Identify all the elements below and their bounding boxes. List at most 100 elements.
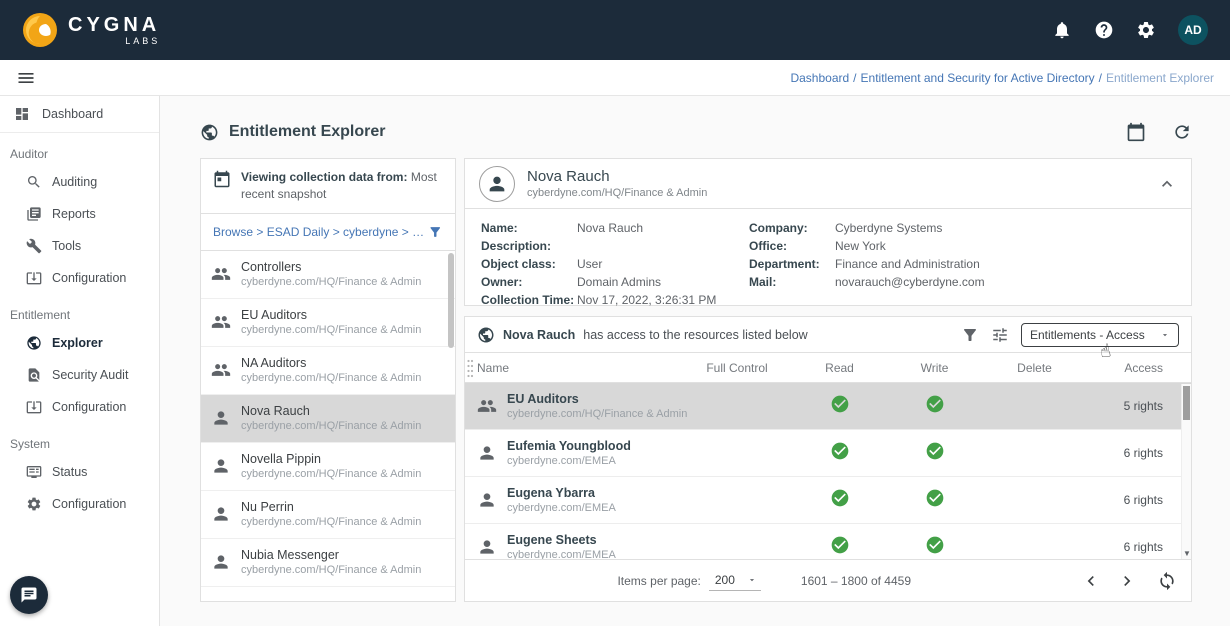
filter-funnel-icon[interactable] [961, 326, 979, 344]
person-icon [211, 456, 231, 476]
settings-gear-icon[interactable] [1136, 20, 1156, 40]
previous-page-chevron-icon[interactable] [1081, 571, 1101, 591]
sidebar-item-explorer[interactable]: Explorer [0, 327, 159, 359]
table-row[interactable]: Eugene Sheetscyberdyne.com/EMEA 6 rights [465, 524, 1191, 559]
menu-hamburger-icon[interactable] [16, 68, 36, 88]
sidebar-item-system-configuration[interactable]: Configuration [0, 488, 159, 520]
resource-name: Eufemia Youngblood [507, 439, 631, 453]
view-filter-value: Entitlements - Access [1030, 328, 1145, 342]
breadcrumb-dashboard[interactable]: Dashboard [790, 71, 849, 85]
sidebar-item-tools[interactable]: Tools [0, 230, 159, 262]
user-avatar[interactable]: AD [1178, 15, 1208, 45]
object-name: Nu Perrin [241, 500, 421, 514]
calendar-icon[interactable] [1126, 122, 1146, 142]
field-label: Owner: [481, 275, 577, 290]
sidebar-section-auditor: Auditor [0, 133, 159, 166]
sidebar-item-dashboard[interactable]: Dashboard [0, 96, 159, 133]
person-icon [477, 490, 497, 510]
access-table-body: EU Auditorscyberdyne.com/HQ/Finance & Ad… [465, 383, 1191, 559]
sidebar-item-auditing[interactable]: Auditing [0, 166, 159, 198]
column-header-full-control[interactable]: Full Control [682, 361, 792, 375]
list-item[interactable]: NA Auditors cyberdyne.com/HQ/Finance & Ad… [201, 347, 455, 395]
list-scrollbar-thumb[interactable] [448, 253, 454, 348]
object-path: cyberdyne.com/HQ/Finance & Admin [241, 372, 421, 384]
sidebar-item-label: Explorer [52, 336, 103, 350]
reload-sync-icon[interactable] [1157, 571, 1177, 591]
object-avatar [479, 166, 515, 202]
chevron-down-icon [747, 575, 757, 585]
check-circle-icon [925, 488, 945, 508]
sidebar-nav: Dashboard Auditor Auditing Reports Tools… [0, 96, 160, 626]
object-name: NA Auditors [241, 356, 421, 370]
sidebar-item-reports[interactable]: Reports [0, 198, 159, 230]
column-header-delete[interactable]: Delete [982, 361, 1087, 375]
breadcrumb-esad[interactable]: Entitlement and Security for Active Dire… [861, 71, 1095, 85]
next-page-chevron-icon[interactable] [1117, 571, 1137, 591]
sidebar-item-label: Configuration [52, 497, 126, 511]
sidebar-item-security-audit[interactable]: Security Audit [0, 359, 159, 391]
filter-funnel-icon[interactable] [428, 224, 443, 240]
column-header-read[interactable]: Read [792, 361, 887, 375]
table-row[interactable]: Eugena Ybarracyberdyne.com/EMEA 6 rights [465, 477, 1191, 524]
table-scrollbar-thumb[interactable] [1183, 386, 1190, 420]
check-circle-icon [925, 394, 945, 414]
field-label: Office: [749, 239, 835, 254]
resource-path: cyberdyne.com/EMEA [507, 455, 631, 467]
check-circle-icon [830, 488, 850, 508]
breadcrumb-current: Entitlement Explorer [1106, 71, 1214, 85]
chat-bubble-icon [20, 586, 38, 604]
chat-fab-button[interactable] [10, 576, 48, 614]
tune-sliders-icon[interactable] [991, 326, 1009, 344]
column-header-access[interactable]: Access [1087, 361, 1179, 375]
column-header-name[interactable]: Name [477, 361, 682, 375]
help-icon[interactable] [1094, 20, 1114, 40]
detail-object-name: Nova Rauch [527, 168, 707, 185]
splitter-drag-handle[interactable] [466, 358, 474, 378]
status-panel-icon [26, 464, 42, 480]
sidebar-item-auditor-configuration[interactable]: Configuration [0, 262, 159, 294]
object-browser-panel: Viewing collection data from: Most recen… [200, 158, 456, 602]
access-banner-subject: Nova Rauch [503, 328, 575, 342]
collapse-chevron-up-icon[interactable] [1157, 174, 1177, 194]
list-item-selected[interactable]: Nova Rauchcyberdyne.com/HQ/Finance & Adm… [201, 395, 455, 443]
field-value: novarauch@cyberdyne.com [835, 275, 985, 290]
refresh-icon[interactable] [1172, 122, 1192, 142]
gear-icon [26, 496, 42, 512]
list-item[interactable]: Nubia Messengercyberdyne.com/HQ/Finance … [201, 539, 455, 587]
list-item[interactable]: EU Auditorscyberdyne.com/HQ/Finance & Ad… [201, 299, 455, 347]
field-label: Mail: [749, 275, 835, 290]
object-path: cyberdyne.com/HQ/Finance & Admin [241, 516, 421, 528]
top-app-bar: CYGNA LABS AD [0, 0, 1230, 60]
list-item[interactable]: Numbers Lister [201, 587, 455, 601]
browse-path-breadcrumb[interactable]: Browse > ESAD Daily > cyberdyne > HQ >..… [213, 225, 428, 239]
scrollbar-down-arrow[interactable]: ▼ [1182, 549, 1192, 558]
items-per-page-select[interactable]: 200 [709, 571, 761, 591]
list-item[interactable]: Novella Pippincyberdyne.com/HQ/Finance &… [201, 443, 455, 491]
field-value: Domain Admins [577, 275, 661, 290]
list-item[interactable]: Nu Perrin cyberdyne.com/HQ/Finance & Admi… [201, 491, 455, 539]
object-path: cyberdyne.com/HQ/Finance & Admin [241, 276, 421, 288]
sidebar-item-status[interactable]: Status [0, 456, 159, 488]
view-filter-dropdown[interactable]: Entitlements - Access [1021, 323, 1179, 347]
table-row-selected[interactable]: EU Auditorscyberdyne.com/HQ/Finance & Ad… [465, 383, 1191, 430]
reports-books-icon [26, 206, 42, 222]
table-scrollbar[interactable]: ▼ [1181, 384, 1191, 559]
calendar-icon [213, 170, 231, 188]
sidebar-item-label: Status [52, 465, 87, 479]
sidebar-item-entitlement-configuration[interactable]: Configuration [0, 391, 159, 423]
resource-path: cyberdyne.com/EMEA [507, 502, 616, 514]
notifications-bell-icon[interactable] [1052, 20, 1072, 40]
main-content: Entitlement Explorer Viewing collection … [160, 96, 1230, 626]
rights-count: 6 rights [1087, 446, 1179, 460]
person-icon [477, 443, 497, 463]
list-item[interactable]: Controllerscyberdyne.com/HQ/Finance & Ad… [201, 251, 455, 299]
column-header-write[interactable]: Write [887, 361, 982, 375]
cygna-labs-logo[interactable]: CYGNA LABS [22, 12, 160, 48]
snapshot-info: Viewing collection data from: Most recen… [201, 159, 455, 214]
field-label: Department: [749, 257, 835, 272]
wrench-icon [26, 238, 42, 254]
table-row[interactable]: Eufemia Youngblood cyberdyne.com/EMEA 6 r… [465, 430, 1191, 477]
sidebar-item-label: Configuration [52, 271, 126, 285]
breadcrumb-separator: / [853, 71, 856, 85]
group-icon [211, 312, 231, 332]
